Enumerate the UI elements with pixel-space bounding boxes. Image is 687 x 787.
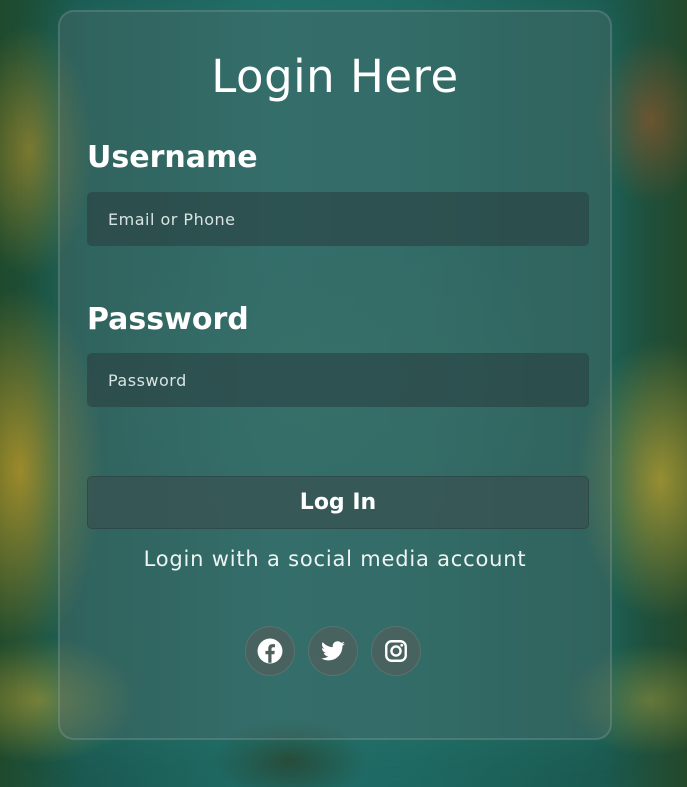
social-login-text: Login with a social media account bbox=[143, 547, 527, 571]
facebook-icon bbox=[257, 638, 283, 664]
password-label: Password bbox=[87, 302, 249, 337]
instagram-icon bbox=[385, 640, 407, 662]
password-input[interactable] bbox=[87, 353, 589, 407]
username-label: Username bbox=[87, 140, 258, 175]
instagram-button[interactable] bbox=[371, 626, 421, 676]
login-page: Login Here Username Password Log In Logi… bbox=[0, 0, 687, 787]
login-button[interactable]: Log In bbox=[87, 476, 589, 529]
page-title: Login Here bbox=[211, 50, 459, 103]
social-buttons bbox=[245, 626, 421, 676]
twitter-icon bbox=[321, 641, 345, 661]
username-input[interactable] bbox=[87, 192, 589, 246]
facebook-button[interactable] bbox=[245, 626, 295, 676]
twitter-button[interactable] bbox=[308, 626, 358, 676]
login-card: Login Here Username Password Log In Logi… bbox=[58, 10, 612, 740]
